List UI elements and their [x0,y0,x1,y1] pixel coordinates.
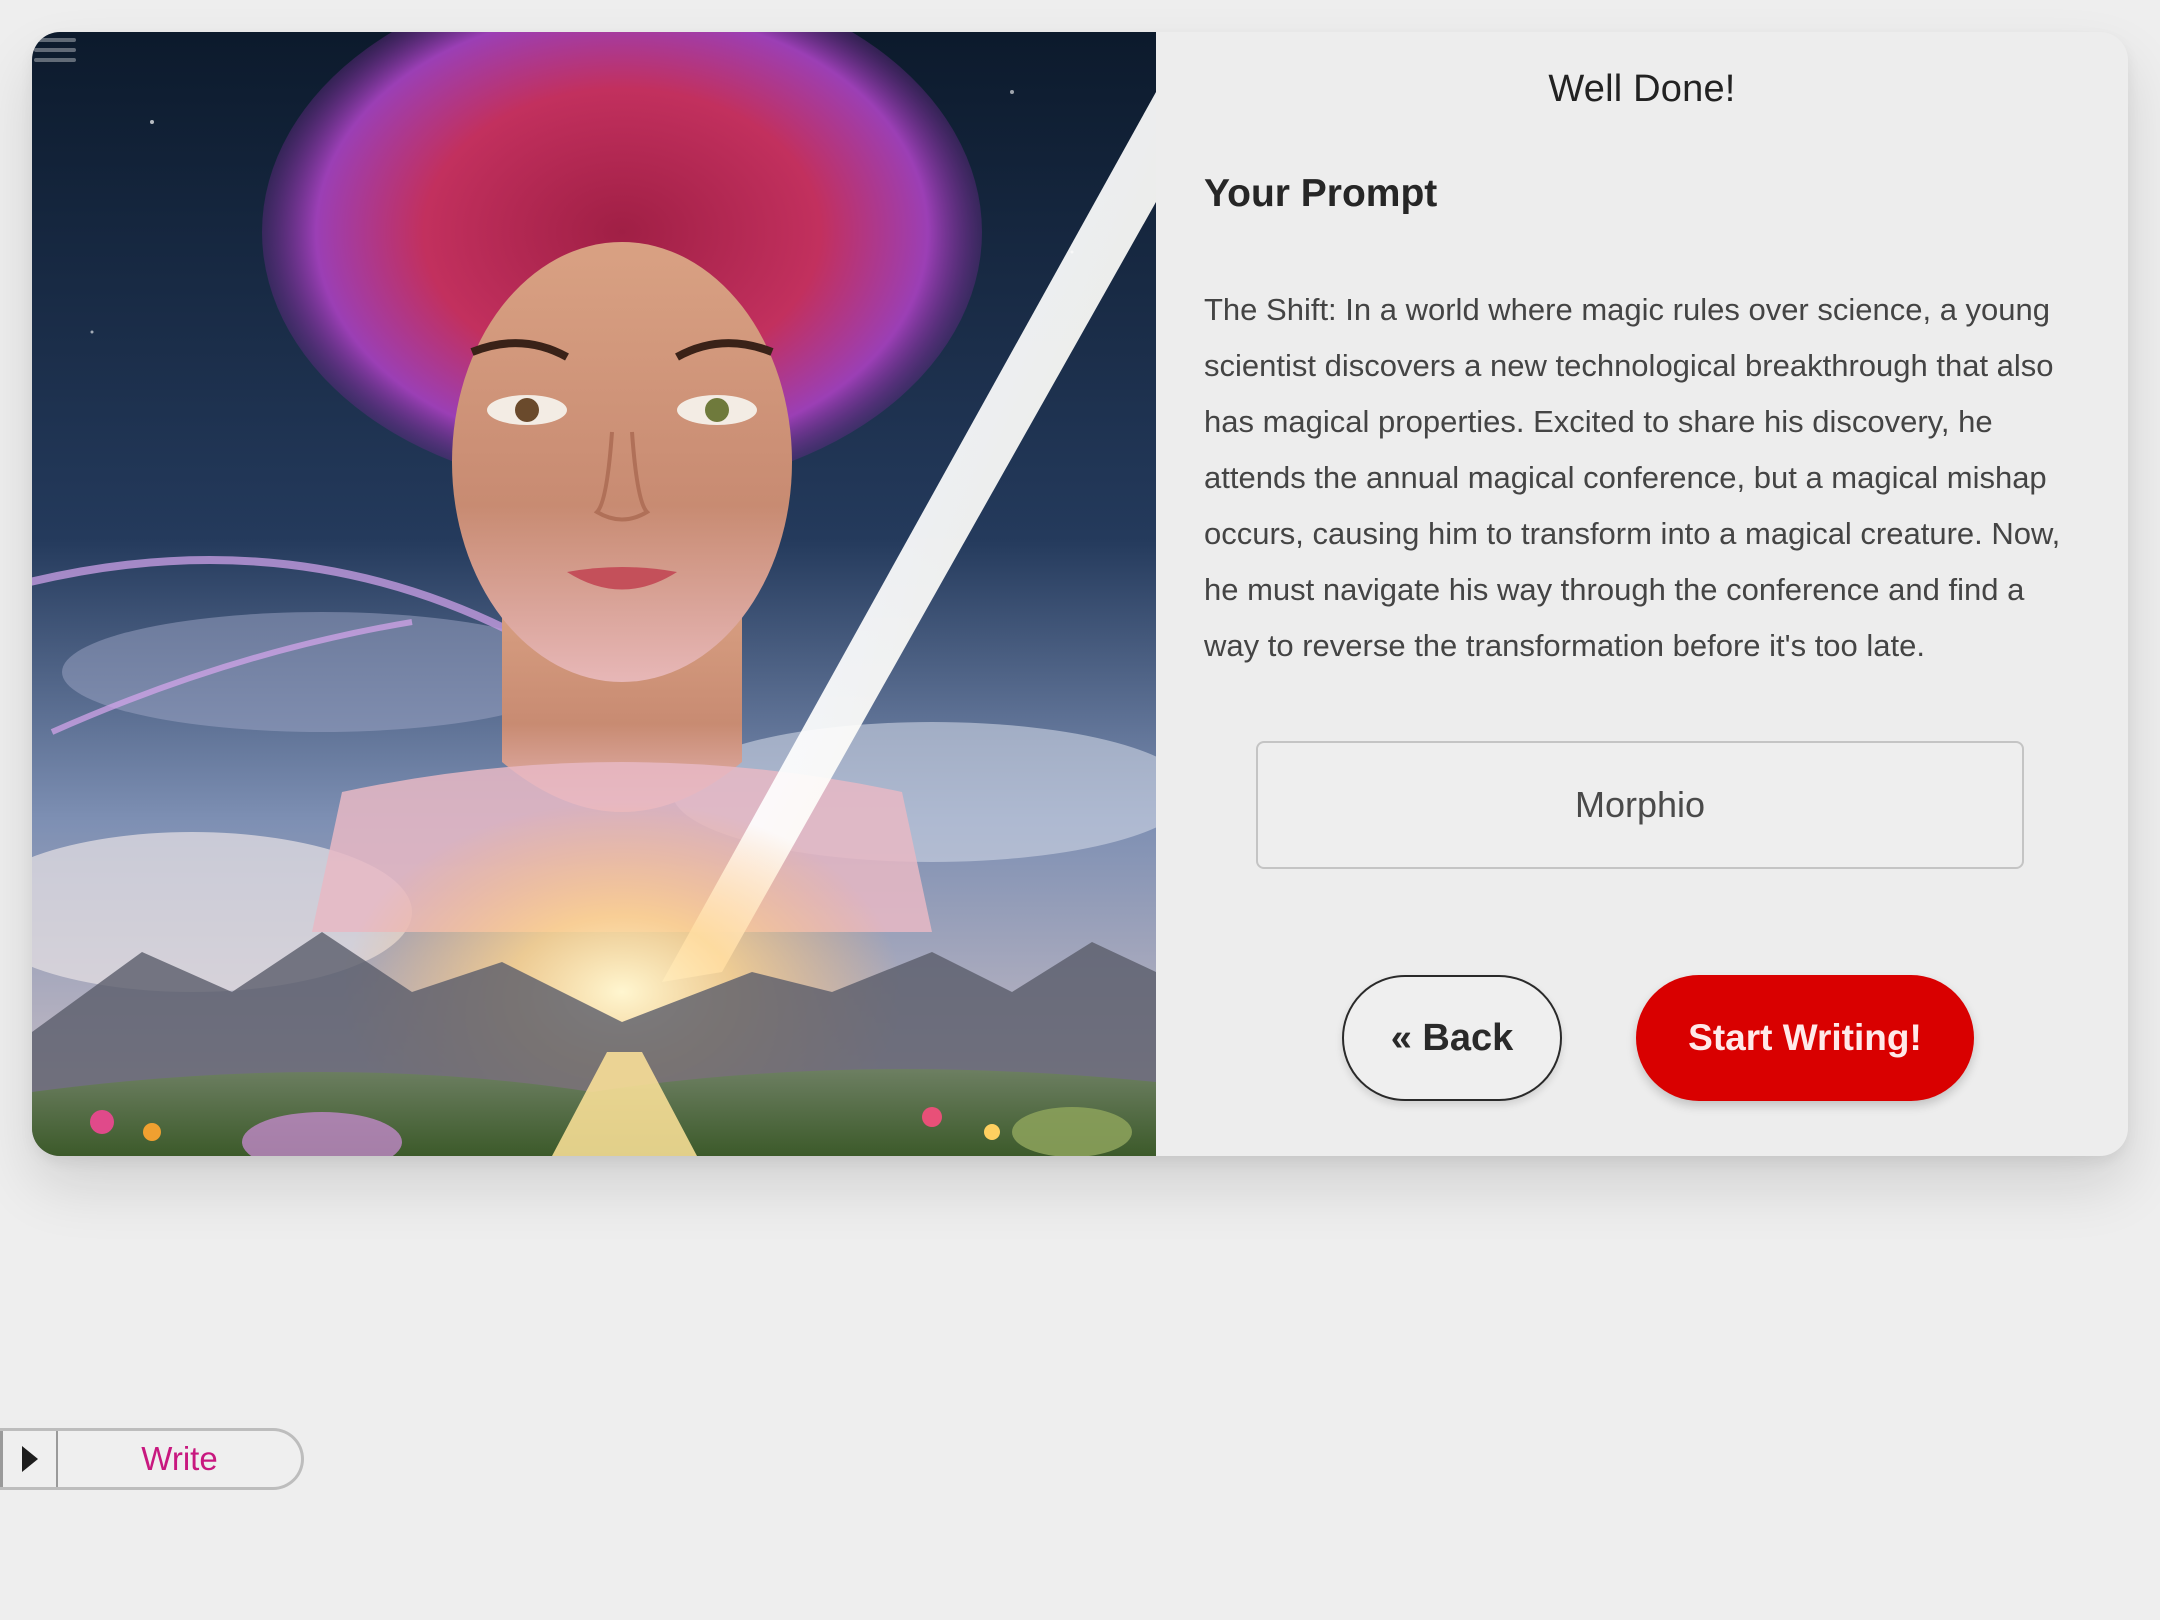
character-name-field[interactable]: Morphio [1256,741,2024,869]
character-name-value: Morphio [1574,784,1706,825]
prompt-card: Well Done! Your Prompt The Shift: In a w… [32,32,2128,1156]
write-tab-label: Write [141,1440,218,1477]
cover-illustration [32,32,1156,1156]
prompt-text: The Shift: In a world where magic rules … [1204,292,2061,663]
cover-illustration-art [32,32,1156,1156]
prompt-heading: Your Prompt [1204,172,1438,215]
back-button[interactable]: « Back [1342,975,1562,1101]
play-icon[interactable] [0,1431,58,1487]
write-tab[interactable]: Write [0,1428,304,1490]
menu-icon[interactable] [32,32,78,78]
start-writing-button[interactable]: Start Writing! [1636,975,1974,1101]
prompt-panel: Well Done! Your Prompt The Shift: In a w… [1156,32,2128,1156]
page-title: Well Done! [1548,68,1736,110]
